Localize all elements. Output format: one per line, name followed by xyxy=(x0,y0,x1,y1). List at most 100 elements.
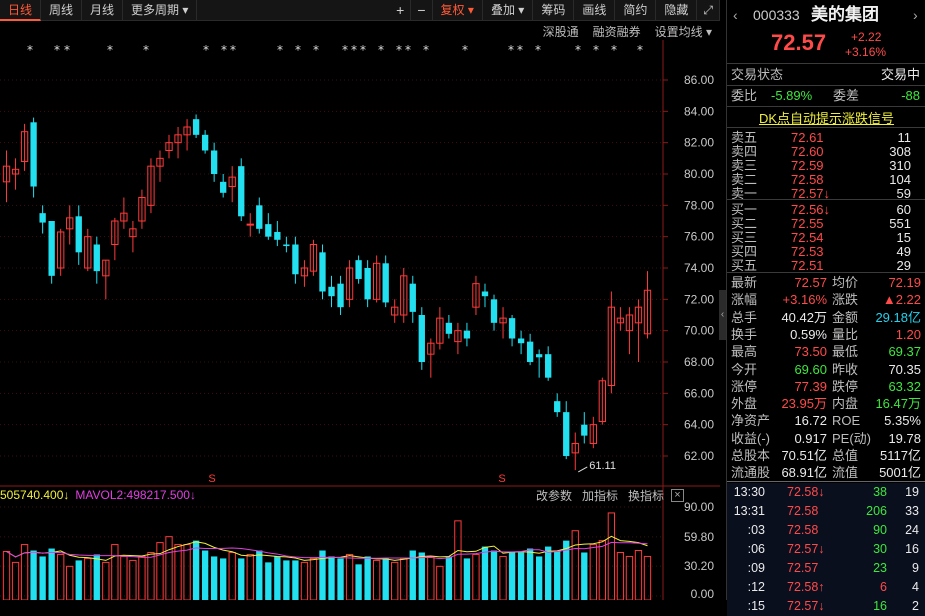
event-marker: * xyxy=(342,43,348,57)
divider xyxy=(727,127,925,128)
tick-price: 72.58 xyxy=(787,504,819,518)
volume-bar xyxy=(581,552,588,600)
event-marker: * xyxy=(508,43,514,57)
volume-bar xyxy=(156,542,164,600)
volume-bar xyxy=(634,550,643,600)
ma-settings-label: 设置均线 xyxy=(654,24,703,39)
tick-row: :09 72.57 23 9 xyxy=(727,559,925,578)
volume-bar xyxy=(607,512,616,600)
y-tick-label: 84.00 xyxy=(684,104,714,118)
vol-tick-label: 0.00 xyxy=(691,587,715,600)
volume-bar xyxy=(391,561,399,600)
volume-bar xyxy=(472,553,480,600)
candle-body xyxy=(364,268,371,300)
candle-body xyxy=(30,122,37,187)
candle-body xyxy=(517,338,525,344)
y-tick-label: 76.00 xyxy=(684,230,714,244)
event-marker: * xyxy=(313,43,319,57)
more-periods-dropdown[interactable]: 更多周期 ▾ xyxy=(123,0,198,21)
event-marker: * xyxy=(593,43,599,57)
volume-bar xyxy=(445,556,453,600)
zoom-out-button[interactable]: − xyxy=(411,0,433,21)
dk-signal-link[interactable]: DK点自动提示涨跌信号 xyxy=(727,108,925,127)
close-icon[interactable]: × xyxy=(671,488,684,502)
stat-value: 16.47万 xyxy=(875,396,921,412)
tick-price: 72.58↑ xyxy=(787,580,825,594)
stat-label: 跌停 xyxy=(832,378,859,394)
candle-body xyxy=(445,322,453,334)
candle-body xyxy=(581,424,588,436)
zoom-in-button[interactable]: + xyxy=(390,0,412,21)
candle-body xyxy=(192,119,200,135)
s-marker: S xyxy=(208,473,215,485)
stat-label: 总股本 xyxy=(731,448,771,463)
volume-bar xyxy=(481,546,489,600)
stat-value: 0.59% xyxy=(790,326,827,342)
candle-body xyxy=(355,260,362,279)
event-marker: * xyxy=(143,43,149,57)
event-marker: * xyxy=(54,43,60,57)
candle-body xyxy=(319,252,326,292)
tab-weekly[interactable]: 周线 xyxy=(41,0,83,21)
tick-count: 9 xyxy=(912,561,919,575)
stat-label: 净资产 xyxy=(731,413,771,429)
volume-bar xyxy=(499,555,507,600)
candle-body xyxy=(481,291,489,297)
stat-label: 换手 xyxy=(731,326,758,342)
volume-bar xyxy=(535,556,543,600)
kline-chart[interactable]: 86.00 84.00 82.00 80.00 78.00 76.00 74.00 72.00… xyxy=(0,40,720,600)
min-price-label: 61.11 xyxy=(589,460,616,472)
hide-button[interactable]: 隐藏 xyxy=(656,0,698,21)
y-tick-label: 78.00 xyxy=(684,198,714,212)
stat-value: ▲2.22 xyxy=(882,292,921,308)
fullscreen-icon[interactable]: ⤢ xyxy=(697,0,720,21)
simple-mode-button[interactable]: 简约 xyxy=(615,0,657,21)
overlay-dropdown[interactable]: 叠加 ▾ xyxy=(483,0,534,21)
candle-body xyxy=(48,221,55,276)
candle-body xyxy=(220,181,227,193)
candle-body xyxy=(256,205,263,229)
y-tick-label: 80.00 xyxy=(684,167,714,181)
volume-bar xyxy=(526,548,534,600)
prev-stock-icon[interactable]: ‹ xyxy=(733,4,738,26)
volume-bar xyxy=(292,560,299,600)
tab-daily[interactable]: 日线 xyxy=(0,0,42,21)
candle-body xyxy=(545,354,552,378)
candle-body xyxy=(463,330,471,339)
mavol1-text: 505740.400 xyxy=(0,488,64,502)
quote-header: ‹ 000333 美的集团 › xyxy=(727,4,925,26)
volume-header: 505740.400↓ MAVOL2:498217.500↓ 改参数 加指标 换… xyxy=(0,486,720,504)
stat-row: 总股本 70.51亿 总值 5117亿 xyxy=(727,447,925,465)
stat-row: 涨停 77.39 跌停 63.32 xyxy=(727,378,925,396)
candle-body xyxy=(210,150,218,174)
event-marker: * xyxy=(535,43,541,57)
stat-value: 1.20 xyxy=(895,326,921,342)
volume-bar xyxy=(11,561,20,600)
tick-count: 33 xyxy=(905,504,919,518)
event-marker: * xyxy=(637,43,643,57)
event-marker: * xyxy=(396,43,402,57)
candle-body xyxy=(382,263,389,303)
stat-row: 外盘 23.95万 内盘 16.47万 xyxy=(727,395,925,413)
switch-indicator-button[interactable]: 换指标 xyxy=(628,487,664,504)
volume-bar xyxy=(345,553,354,600)
event-marker: * xyxy=(611,43,617,57)
next-stock-icon[interactable]: › xyxy=(913,4,918,26)
adjust-dropdown[interactable]: 复权 ▾ xyxy=(433,0,483,21)
stat-label: 流值 xyxy=(832,465,859,481)
ma-settings-dropdown[interactable]: 设置均线 ▾ xyxy=(655,23,712,40)
chips-button[interactable]: 筹码 xyxy=(533,0,575,21)
stat-value: 70.51亿 xyxy=(781,448,827,463)
down-arrow-icon: ↓ xyxy=(63,488,70,502)
stat-value: 5.35% xyxy=(884,413,921,429)
hk-connect-link[interactable]: 深股通 xyxy=(543,23,579,40)
add-indicator-button[interactable]: 加指标 xyxy=(582,487,618,504)
edit-params-button[interactable]: 改参数 xyxy=(536,487,572,504)
volume-bar xyxy=(265,562,272,600)
panel-collapse-handle[interactable]: ‹ xyxy=(719,290,726,340)
tick-volume: 90 xyxy=(873,523,887,537)
draw-line-button[interactable]: 画线 xyxy=(574,0,616,21)
margin-link[interactable]: 融资融券 xyxy=(593,23,641,40)
tab-monthly[interactable]: 月线 xyxy=(82,0,124,21)
stat-label: 最新 xyxy=(731,275,758,290)
